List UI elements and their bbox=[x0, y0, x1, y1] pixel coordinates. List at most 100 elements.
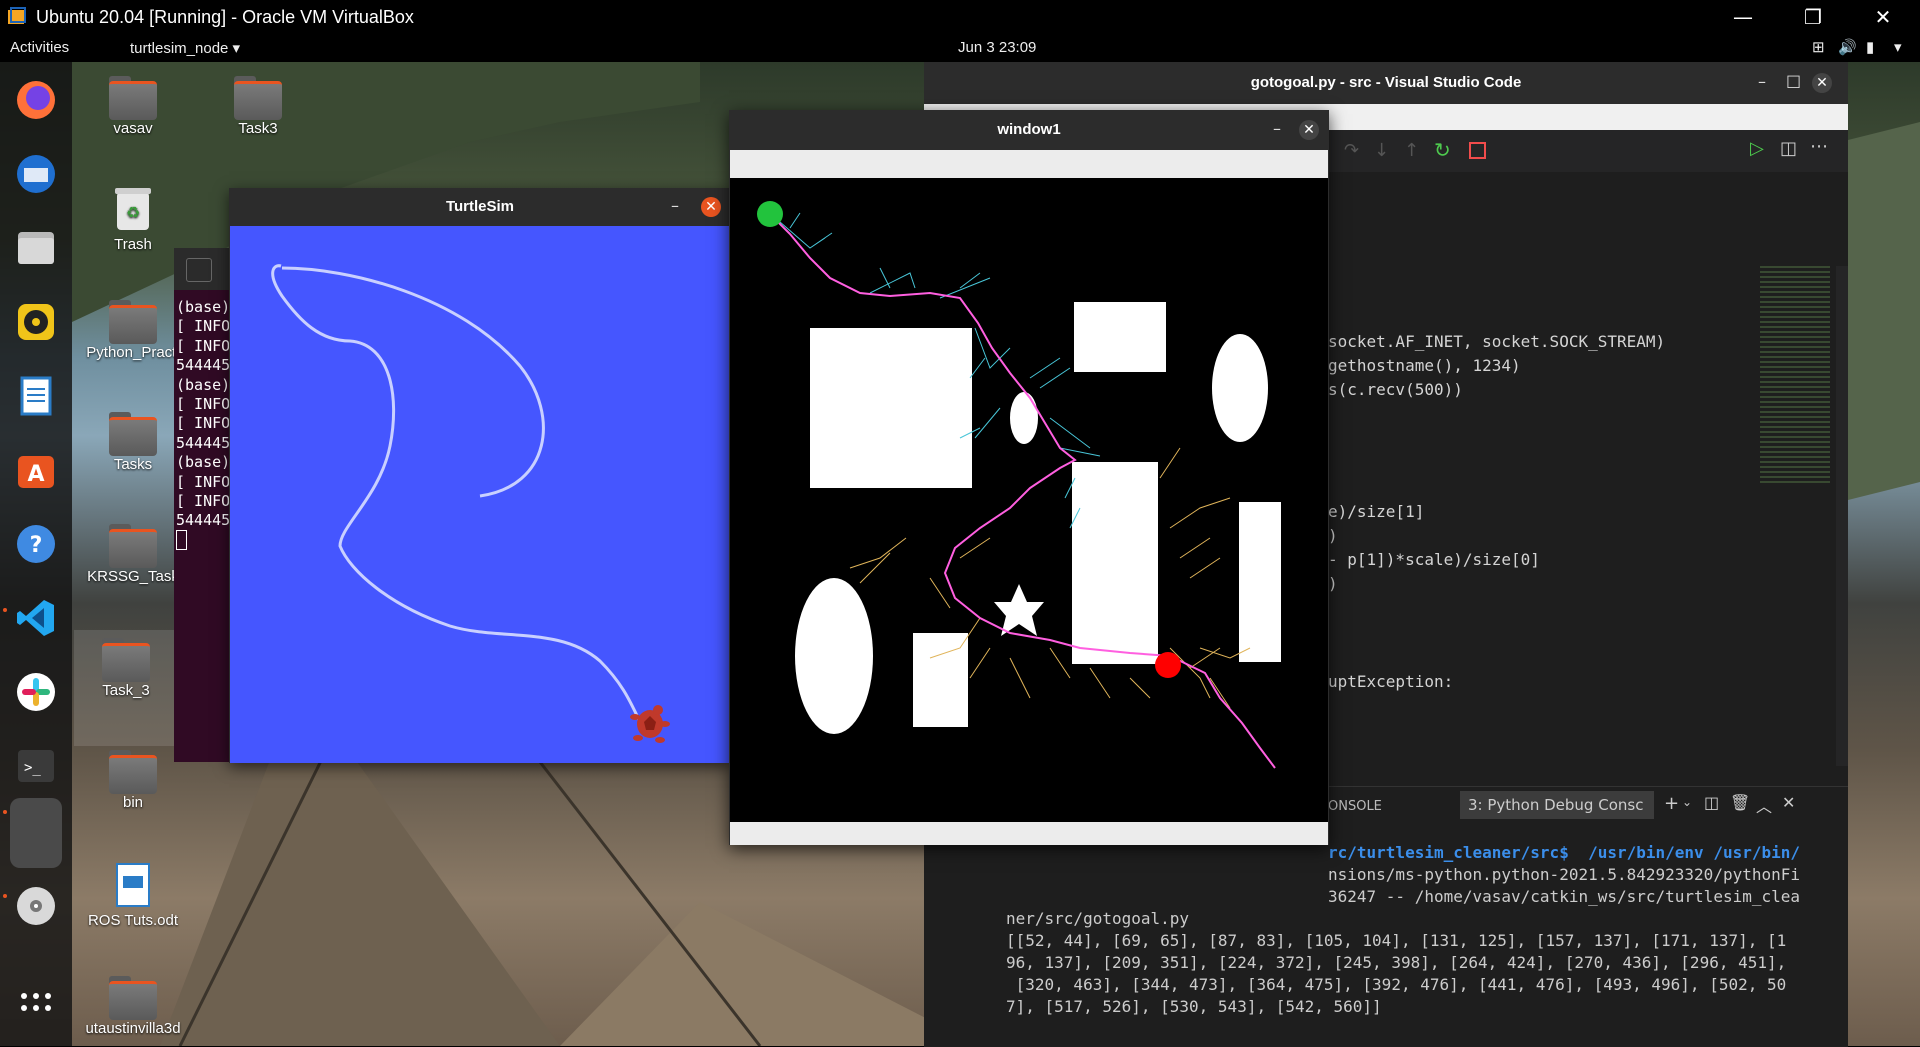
minimize-icon[interactable]: – bbox=[671, 196, 679, 215]
turtle-trail bbox=[271, 264, 644, 727]
split-terminal-icon[interactable]: ◫ bbox=[1704, 793, 1719, 812]
desktop-icon-python-practice[interactable]: Python_Practi bbox=[78, 300, 188, 361]
thunderbird-icon[interactable] bbox=[10, 148, 62, 200]
minimap[interactable] bbox=[1760, 266, 1830, 486]
battery-icon[interactable]: ▮ bbox=[1866, 38, 1874, 56]
activities-button[interactable]: Activities bbox=[10, 39, 69, 56]
close-button[interactable]: ✕ bbox=[1856, 0, 1910, 34]
step-out-icon[interactable]: ↑ bbox=[1404, 140, 1419, 161]
volume-icon[interactable]: 🔊 bbox=[1838, 38, 1857, 56]
terminal-line: ner/src/gotogoal.py bbox=[1006, 909, 1190, 928]
vscode-title: gotogoal.py - src - Visual Studio Code bbox=[924, 62, 1848, 104]
close-icon[interactable]: ✕ bbox=[1812, 73, 1832, 93]
obstacles bbox=[795, 302, 1281, 734]
stop-icon[interactable] bbox=[1469, 142, 1486, 159]
running-indicator bbox=[3, 894, 7, 898]
show-applications-icon[interactable] bbox=[10, 982, 62, 1034]
terminal-icon[interactable]: >_ bbox=[10, 740, 62, 792]
obstacle-small-ellipse bbox=[1010, 392, 1038, 444]
ubuntu-dock: A ? >_ bbox=[0, 62, 72, 1046]
scrollbar[interactable] bbox=[1836, 266, 1848, 766]
virtualbox-icon bbox=[8, 7, 26, 24]
turtlesim-window[interactable]: TurtleSim – ✕ bbox=[229, 188, 731, 763]
desktop-icon-label: Python_Practi bbox=[86, 344, 180, 361]
minimize-button[interactable]: — bbox=[1716, 0, 1770, 34]
svg-text:A: A bbox=[27, 462, 44, 487]
folder-icon bbox=[109, 750, 157, 794]
desktop-icon-vasav[interactable]: vasav bbox=[78, 76, 188, 137]
run-icon[interactable]: ▷ bbox=[1750, 138, 1764, 159]
clock[interactable]: Jun 3 23:09 bbox=[958, 39, 1036, 56]
new-tab-icon[interactable] bbox=[186, 258, 212, 282]
split-editor-icon[interactable]: ◫ bbox=[1780, 138, 1797, 159]
network-icon[interactable]: ⊞ bbox=[1812, 38, 1825, 56]
terminal-line: [[52, 44], [69, 65], [87, 83], [105, 104… bbox=[1006, 931, 1787, 950]
desktop-icon-label: bin bbox=[122, 794, 144, 811]
close-panel-icon[interactable]: ✕ bbox=[1782, 793, 1795, 812]
step-into-icon[interactable]: ↓ bbox=[1374, 140, 1389, 161]
desktop-icon-trash[interactable]: ♻ Trash bbox=[78, 186, 188, 253]
add-terminal-icon[interactable]: + bbox=[1664, 793, 1679, 814]
folder-icon bbox=[102, 638, 150, 682]
help-icon[interactable]: ? bbox=[10, 518, 62, 570]
folder-icon bbox=[234, 76, 282, 120]
terminal-cursor bbox=[176, 530, 187, 550]
turtlesim-app-icon[interactable] bbox=[10, 798, 62, 868]
terminal-line: [320, 463], [344, 473], [364, 475], [392… bbox=[1006, 975, 1787, 994]
desktop-icon-utaustinvilla3d[interactable]: utaustinvilla3d bbox=[78, 976, 188, 1037]
svg-text:>_: >_ bbox=[24, 760, 41, 776]
terminal-window[interactable]: (base) [ INFO [ INFO 544445 (base) [ INF… bbox=[174, 248, 234, 762]
rhythmbox-icon[interactable] bbox=[10, 296, 62, 348]
desktop-icon-bin[interactable]: bin bbox=[78, 750, 188, 811]
system-menu-chevron-icon[interactable]: ▾ bbox=[1894, 38, 1902, 56]
debug-dropdown-value: 3: Python Debug Consc bbox=[1468, 796, 1644, 814]
window1-statusbar bbox=[730, 822, 1328, 845]
tab-debug-console[interactable]: ONSOLE bbox=[1328, 799, 1382, 814]
path-planning-canvas[interactable] bbox=[730, 178, 1328, 822]
slack-icon[interactable] bbox=[10, 666, 62, 718]
close-icon[interactable]: ✕ bbox=[1299, 120, 1319, 140]
restore-button[interactable]: ❐ bbox=[1786, 0, 1840, 34]
desktop-icon-krssg-tasks[interactable]: KRSSG_Task bbox=[78, 524, 188, 585]
code-line: ) bbox=[1328, 574, 1338, 593]
folder-icon bbox=[109, 412, 157, 456]
home-folder-icon bbox=[109, 76, 157, 120]
obstacle-ellipse bbox=[1212, 334, 1268, 442]
vbox-window-title: Ubuntu 20.04 [Running] - Oracle VM Virtu… bbox=[36, 6, 414, 27]
trash-icon[interactable]: 🗑 bbox=[1730, 793, 1750, 812]
debug-console-dropdown[interactable]: 3: Python Debug Consc bbox=[1460, 791, 1654, 819]
app-menu[interactable]: turtlesim_node ▾ bbox=[130, 39, 240, 57]
terminal-line: rc/turtlesim_cleaner/src$ /usr/bin/env /… bbox=[1328, 843, 1801, 862]
turtle-icon bbox=[630, 705, 670, 743]
desktop-icon-label: ROS Tuts.odt bbox=[87, 912, 179, 929]
window1[interactable]: window1 – ✕ bbox=[729, 110, 1329, 845]
maximize-panel-icon[interactable]: ︿ bbox=[1756, 793, 1772, 817]
desktop-icon-task3[interactable]: Task3 bbox=[203, 76, 313, 137]
minimize-icon[interactable]: – bbox=[1758, 72, 1766, 91]
software-center-icon[interactable]: A bbox=[10, 444, 62, 496]
libreoffice-writer-icon[interactable] bbox=[10, 370, 62, 422]
chevron-down-icon[interactable]: ⌄ bbox=[1682, 795, 1692, 809]
rrt-map bbox=[757, 201, 1281, 769]
running-indicator bbox=[3, 608, 7, 612]
files-icon[interactable] bbox=[10, 222, 62, 274]
dvd-drive-icon[interactable] bbox=[10, 880, 62, 932]
turtlesim-canvas[interactable] bbox=[230, 226, 731, 763]
desktop-icon-task-3[interactable]: Task_3 bbox=[74, 630, 178, 746]
firefox-icon[interactable] bbox=[10, 74, 62, 126]
close-icon[interactable]: ✕ bbox=[701, 197, 721, 217]
restart-icon[interactable]: ↻ bbox=[1434, 138, 1451, 162]
desktop-icon-tasks[interactable]: Tasks bbox=[78, 412, 188, 473]
document-icon bbox=[116, 863, 150, 907]
step-over-icon[interactable]: ↷ bbox=[1344, 140, 1359, 161]
vscode-icon[interactable] bbox=[10, 592, 62, 644]
running-indicator bbox=[3, 810, 7, 814]
trash-icon: ♻ bbox=[115, 188, 151, 230]
code-line: uptException: bbox=[1328, 672, 1454, 691]
desktop-icon-ros-tuts[interactable]: ROS Tuts.odt bbox=[78, 862, 188, 929]
desktop-icon-label: utaustinvilla3d bbox=[85, 1020, 181, 1037]
code-line: ) bbox=[1328, 526, 1338, 545]
minimize-icon[interactable]: – bbox=[1273, 119, 1281, 138]
maximize-icon[interactable]: □ bbox=[1786, 71, 1801, 90]
more-actions-icon[interactable]: ⋯ bbox=[1810, 136, 1828, 157]
